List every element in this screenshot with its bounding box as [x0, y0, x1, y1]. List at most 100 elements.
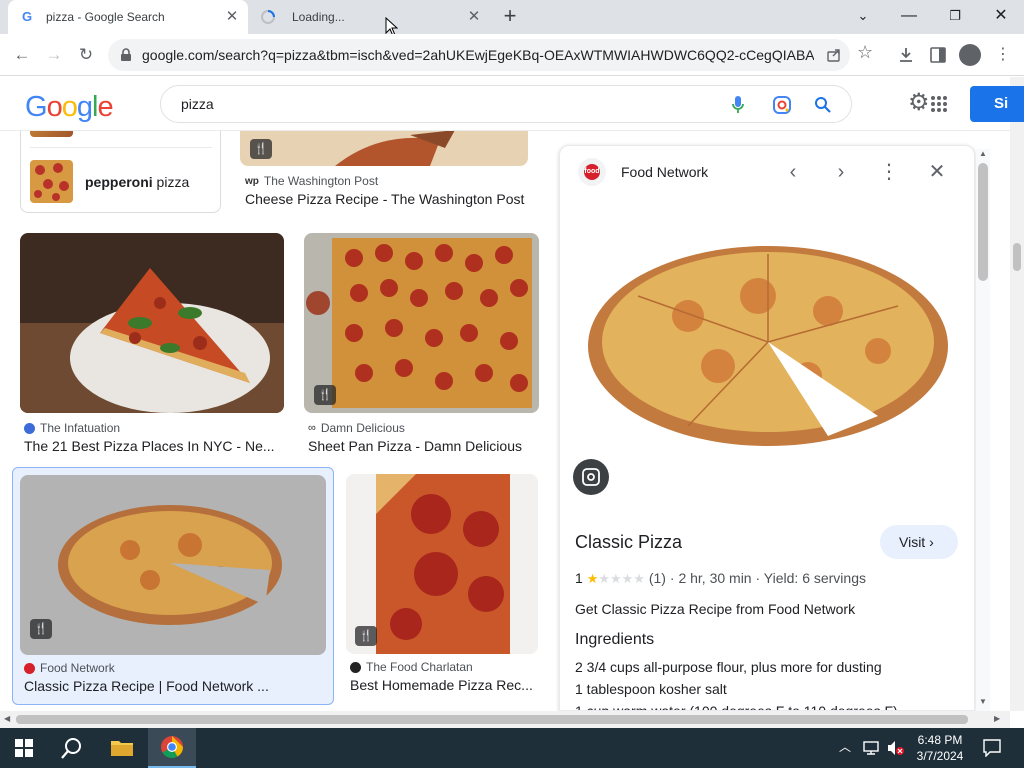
result-title[interactable]: Best Homemade Pizza Rec...	[350, 677, 540, 693]
close-window-button[interactable]: ✕	[985, 4, 1017, 28]
result-card-food-charlatan[interactable]: 🍴 The Food Charlatan Best Homemade Pizza…	[346, 474, 546, 699]
ingredients-heading: Ingredients	[575, 631, 655, 648]
result-title[interactable]: The 21 Best Pizza Places In NYC - Ne...	[24, 438, 284, 454]
related-item-partial[interactable]	[30, 131, 73, 137]
rating-value: 1	[575, 570, 583, 586]
folder-icon	[111, 741, 133, 756]
network-icon[interactable]	[863, 741, 879, 755]
profile-avatar[interactable]	[959, 44, 981, 66]
sign-in-button[interactable]: Si	[970, 86, 1024, 122]
result-title[interactable]: Sheet Pan Pizza - Damn Delicious	[308, 438, 543, 454]
loading-spinner-icon	[261, 10, 275, 24]
page-scrollbar[interactable]	[1010, 77, 1024, 711]
settings-gear-icon[interactable]: ⚙	[908, 89, 930, 117]
result-image	[304, 233, 539, 413]
cook-time: 2 hr, 30 min	[678, 570, 752, 586]
pepperoni-pizza-thumb	[30, 160, 73, 203]
back-button[interactable]: ←	[10, 43, 34, 67]
result-source: ∞ Damn Delicious	[308, 421, 405, 435]
source-favicon-icon: ∞	[308, 422, 316, 434]
food-network-logo: food	[578, 158, 606, 186]
reload-button[interactable]: ↻	[74, 43, 98, 67]
panel-scrollbar-thumb[interactable]	[978, 163, 988, 281]
lens-search-button[interactable]	[573, 459, 609, 495]
result-title[interactable]: Cheese Pizza Recipe - The Washington Pos…	[245, 191, 535, 207]
page-scrollbar-thumb[interactable]	[1013, 243, 1021, 271]
notifications-icon[interactable]	[983, 739, 1001, 757]
result-source: Food Network	[24, 661, 115, 675]
download-icon[interactable]	[897, 46, 915, 64]
microphone-icon[interactable]	[731, 95, 745, 115]
related-search-pepperoni[interactable]: pepperoni pizza	[30, 160, 220, 204]
restore-button[interactable]: ❐	[939, 4, 971, 28]
ingredient-item: 1 cup warm water (100 degrees F to 110 d…	[575, 703, 898, 711]
panel-source[interactable]: Food Network	[621, 164, 708, 180]
close-tab-icon[interactable]: ✕	[466, 9, 482, 25]
result-card-washington-post[interactable]: 🍴 wp The Washington Post Cheese Pizza Re…	[240, 131, 540, 211]
tab-loading[interactable]: Loading... ✕	[250, 0, 490, 34]
source-name: Food Network	[40, 661, 115, 675]
previous-icon[interactable]: ‹	[781, 160, 805, 184]
chrome-taskbar-button[interactable]	[148, 728, 196, 768]
result-card-food-network-selected[interactable]: 🍴 Food Network Classic Pizza Recipe | Fo…	[12, 467, 334, 705]
new-tab-button[interactable]: +	[498, 5, 522, 29]
visit-button[interactable]: Visit ›	[880, 525, 958, 559]
chevron-right-icon: ›	[929, 534, 934, 550]
preview-image[interactable]	[578, 236, 958, 466]
horizontal-scrollbar[interactable]: ◀ ▶	[0, 711, 1010, 728]
food-network-favicon-icon	[24, 662, 35, 674]
source-name: The Food Charlatan	[366, 660, 473, 674]
recipe-badge-icon: 🍴	[250, 139, 272, 159]
result-image	[20, 475, 326, 655]
search-box[interactable]: pizza	[160, 85, 852, 123]
clock-time: 6:48 PM	[917, 733, 963, 747]
lens-icon[interactable]	[772, 95, 792, 115]
lock-icon	[121, 48, 131, 61]
next-icon[interactable]: ›	[829, 160, 853, 184]
close-panel-icon[interactable]: ✕	[925, 160, 949, 184]
close-tab-icon[interactable]: ✕	[224, 9, 240, 25]
recipe-title: Classic Pizza	[575, 532, 683, 552]
chrome-icon	[161, 736, 183, 758]
panel-scrollbar[interactable]: ▲ ▼	[976, 149, 990, 711]
minimize-button[interactable]: —	[893, 4, 925, 28]
image-preview-panel: food Food Network ‹ › ⋮ ✕ Classic Pizza …	[559, 145, 975, 711]
recipe-badge-icon: 🍴	[30, 619, 52, 639]
tab-search-button[interactable]: ⌄	[847, 4, 879, 28]
windows-logo-icon	[15, 739, 33, 757]
recipe-description: Get Classic Pizza Recipe from Food Netwo…	[575, 601, 856, 617]
bookmark-star-icon[interactable]: ☆	[857, 42, 873, 63]
url-text: google.com/search?q=pizza&tbm=isch&ved=2…	[142, 47, 814, 63]
side-panel-icon[interactable]	[929, 46, 947, 64]
recipe-badge-icon: 🍴	[314, 385, 336, 405]
system-clock[interactable]: 6:48 PM 3/7/2024	[912, 732, 968, 764]
result-card-damn-delicious[interactable]: 🍴 ∞ Damn Delicious Sheet Pan Pizza - Dam…	[304, 233, 544, 458]
volume-muted-icon[interactable]	[886, 740, 904, 756]
horizontal-scrollbar-thumb[interactable]	[16, 715, 968, 724]
forward-button[interactable]: →	[42, 43, 66, 67]
search-icon[interactable]	[814, 96, 832, 114]
show-hidden-icons-icon[interactable]: ︿	[839, 738, 851, 755]
result-card-infatuation[interactable]: The Infatuation The 21 Best Pizza Places…	[20, 233, 285, 458]
tab-title: pizza - Google Search	[46, 10, 165, 24]
share-icon[interactable]	[826, 47, 842, 63]
result-image	[240, 131, 528, 166]
browser-menu-icon[interactable]: ⋮	[995, 44, 1011, 66]
start-button[interactable]	[0, 728, 48, 768]
ingredient-item: 1 tablespoon kosher salt	[575, 681, 727, 697]
apps-grid-icon[interactable]	[930, 95, 948, 113]
result-title[interactable]: Classic Pizza Recipe | Food Network ...	[24, 678, 324, 694]
more-options-icon[interactable]: ⋮	[877, 160, 901, 184]
result-source: The Food Charlatan	[350, 660, 473, 674]
google-logo[interactable]: Google	[25, 91, 114, 124]
search-input[interactable]: pizza	[181, 96, 214, 112]
google-favicon-icon: G	[22, 9, 33, 24]
taskbar-search-button[interactable]	[48, 728, 96, 768]
file-explorer-button[interactable]	[98, 728, 146, 768]
visit-label: Visit	[899, 534, 926, 550]
review-count: (1)	[648, 570, 666, 586]
tab-google-search[interactable]: G pizza - Google Search ✕	[8, 0, 248, 34]
result-source: The Infatuation	[24, 421, 120, 435]
source-name: The Washington Post	[263, 174, 379, 188]
address-bar[interactable]: google.com/search?q=pizza&tbm=isch&ved=2…	[108, 39, 850, 71]
